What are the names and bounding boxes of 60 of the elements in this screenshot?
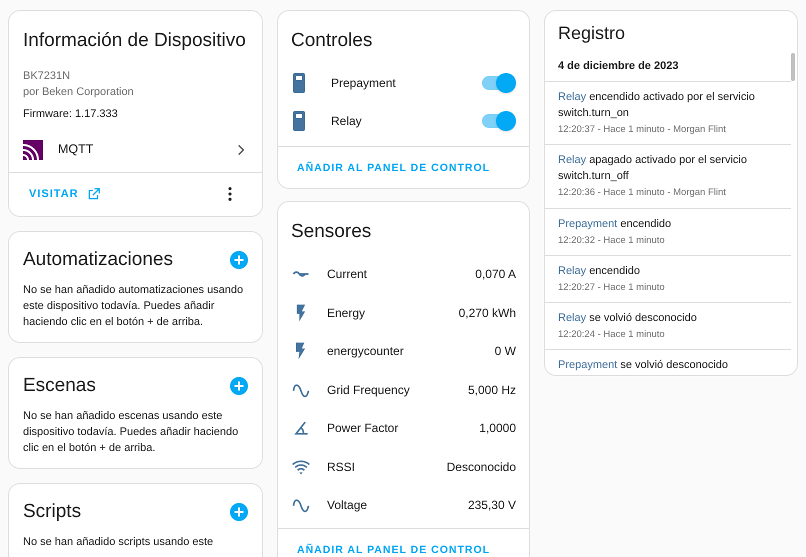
card-title: Controles xyxy=(290,29,374,53)
card-title: Sensores xyxy=(290,220,372,244)
visit-button[interactable]: VISITAR xyxy=(17,180,113,208)
scrollbar-thumb[interactable] xyxy=(791,53,795,81)
empty-message: No se han añadido automatizaciones usando este dispositivo todavía. Puedes añadir haciendo clic en el botón + de arriba. xyxy=(23,282,244,330)
log-message: Prepayment encendido xyxy=(558,216,672,232)
empty-message: No se han añadido escenas usando este dispositivo todavía. Puedes añadir haciendo clic en el botón + de arriba. xyxy=(23,408,240,456)
card-title: Información de Dispositivo xyxy=(23,29,247,53)
card-title: Registro xyxy=(557,22,626,45)
add-icon[interactable] xyxy=(230,502,248,520)
integration-logo-icon xyxy=(23,140,43,160)
integration-row[interactable]: MQTT xyxy=(9,128,262,172)
sensor-name: energycounter xyxy=(327,343,405,360)
empty-message: No se han añadido scripts usando este xyxy=(23,534,214,550)
sensor-name: Energy xyxy=(327,304,366,322)
entity-link[interactable]: Prepayment xyxy=(558,218,618,230)
sensor-name: Current xyxy=(327,266,368,283)
sensor-name: Voltage xyxy=(327,497,368,514)
device-manufacturer: por Beken Corporation xyxy=(23,84,135,100)
entity-link[interactable]: Relay xyxy=(558,91,586,103)
sensor-value: 1,0000 xyxy=(479,420,516,437)
device-model: BK7231N xyxy=(23,68,72,84)
card-title: Scripts xyxy=(23,500,82,524)
log-message: Relay encendido xyxy=(558,264,641,279)
integration-name: MQTT xyxy=(58,141,94,158)
firmware-version: Firmware: 1.17.333 xyxy=(23,106,119,122)
log-detail: 12:20:24 - Hace 1 minuto xyxy=(558,328,666,342)
switch-device-icon xyxy=(293,72,307,92)
log-detail: 12:20:32 - Hace 1 minuto xyxy=(558,234,666,248)
switch-device-icon xyxy=(293,110,307,130)
log-date-header: 4 de diciembre de 2023 xyxy=(545,51,791,82)
card-title: Escenas xyxy=(23,374,96,398)
entity-link[interactable]: Relay xyxy=(558,264,586,277)
sensor-value: 235,30 V xyxy=(468,497,516,514)
entity-link[interactable]: Relay xyxy=(558,312,586,324)
log-message: Relay apagado activado por el servicio switch.turn_off xyxy=(558,153,748,184)
sensor-value: 0 W xyxy=(494,343,516,360)
log-message: Prepayment se volvió desconocido xyxy=(558,358,729,374)
entity-link[interactable]: Relay xyxy=(558,154,586,166)
log-detail: 12:20:37 - Hace 1 minuto - Morgan Flint xyxy=(558,123,727,137)
add-icon[interactable] xyxy=(230,376,248,394)
log-detail: 12:20:36 - Hace 1 minuto - Morgan Flint xyxy=(558,186,727,200)
control-name: Relay xyxy=(331,112,363,130)
add-to-dashboard-button[interactable]: AÑADIR AL PANEL DE CONTROL xyxy=(286,539,502,557)
log-detail: 12:20:27 - Hace 1 minuto xyxy=(558,280,666,295)
entity-link[interactable]: Prepayment xyxy=(558,359,618,372)
add-icon[interactable] xyxy=(230,250,248,268)
sensor-name: RSSI xyxy=(327,458,356,476)
sensor-name: Grid Frequency xyxy=(327,382,411,398)
log-message: Relay encendido activado por el servicio switch.turn_on xyxy=(558,90,756,121)
log-message: Relay se volvió desconocido xyxy=(558,311,698,326)
external-link-icon xyxy=(86,187,101,201)
sensor-value: 5,000 Hz xyxy=(468,382,516,398)
sensor-value: 0,270 kWh xyxy=(458,304,516,322)
add-to-dashboard-button[interactable]: AÑADIR AL PANEL DE CONTROL xyxy=(286,156,502,180)
sensor-value: Desconocido xyxy=(446,458,516,476)
sensor-value: 0,070 A xyxy=(475,266,516,283)
sensor-name: Power Factor xyxy=(327,420,400,437)
control-name: Prepayment xyxy=(331,74,397,92)
card-title: Automatizaciones xyxy=(23,248,173,272)
